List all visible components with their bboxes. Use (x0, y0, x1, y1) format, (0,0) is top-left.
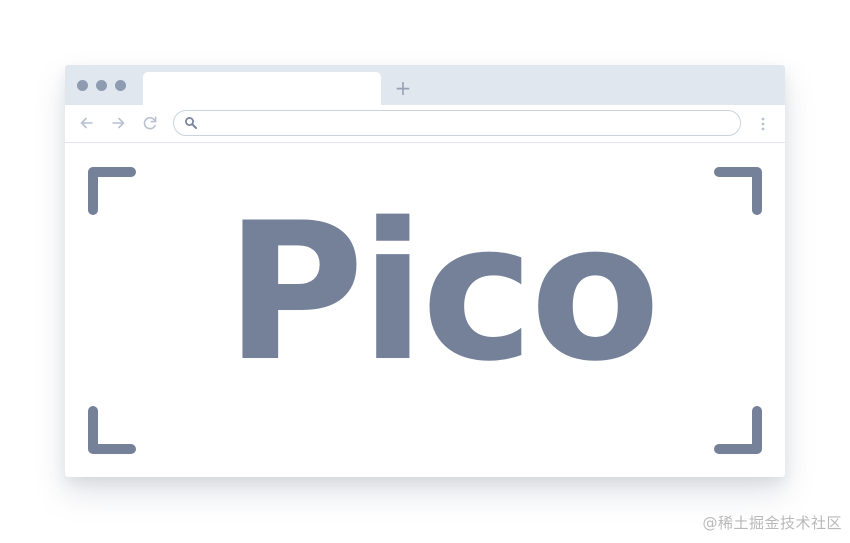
corner-frame-top-left-icon (88, 167, 136, 215)
window-dot-maximize[interactable] (115, 80, 126, 91)
corner-frame-bottom-right-icon (714, 406, 762, 454)
corner-frame-bottom-left-icon (88, 406, 136, 454)
reload-icon[interactable] (140, 113, 160, 133)
tab-active[interactable] (143, 72, 381, 105)
address-bar[interactable] (173, 110, 741, 136)
back-arrow-icon[interactable] (77, 113, 97, 133)
watermark: @稀土掘金技术社区 (702, 514, 842, 532)
more-vertical-icon[interactable] (756, 114, 770, 134)
forward-arrow-icon[interactable] (108, 113, 128, 133)
window-dot-close[interactable] (77, 80, 88, 91)
new-tab-button[interactable]: + (392, 75, 414, 101)
search-icon (185, 117, 197, 129)
toolbar (65, 105, 785, 143)
pico-logo-text: Pico (225, 182, 661, 403)
address-input[interactable] (202, 113, 722, 133)
corner-frame-top-right-icon (714, 167, 762, 215)
window-dot-minimize[interactable] (96, 80, 107, 91)
browser-window: + Pico (65, 65, 785, 477)
tab-bar: + (65, 65, 785, 105)
page: + Pico @稀土掘金技术社区 (0, 0, 850, 543)
page-content: Pico (65, 143, 785, 477)
